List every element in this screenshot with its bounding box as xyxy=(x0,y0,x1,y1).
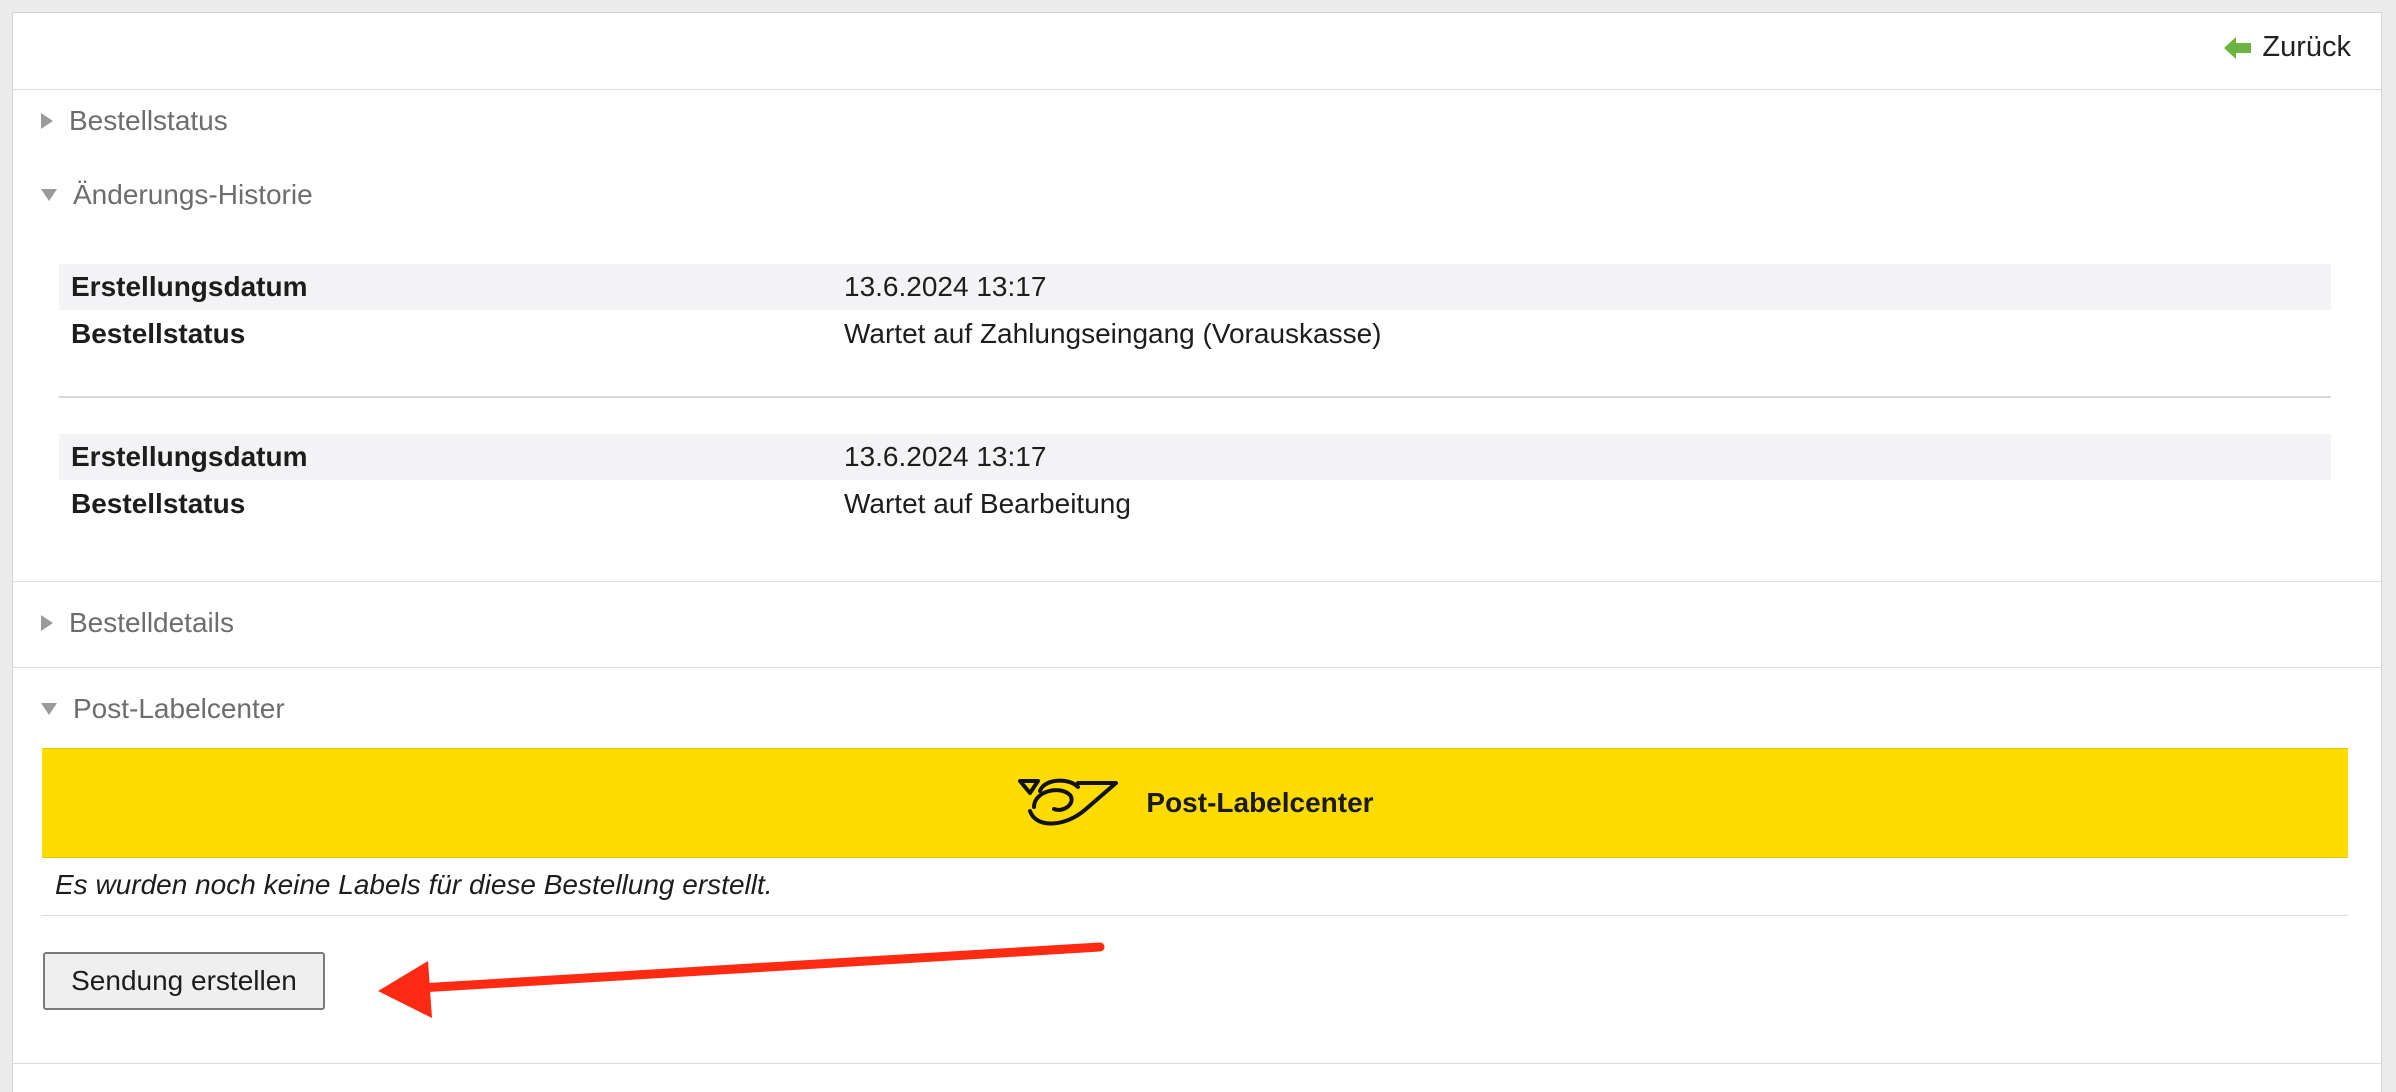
collapsed-triangle-icon xyxy=(41,113,53,129)
history-row: Erstellungsdatum 13.6.2024 13:17 xyxy=(59,264,2331,310)
history-separator xyxy=(59,396,2331,398)
post-labelcenter-banner: Post-Labelcenter xyxy=(42,748,2348,858)
arrow-left-icon xyxy=(2224,36,2252,59)
no-labels-note: Es wurden noch keine Labels für diese Be… xyxy=(55,869,773,900)
collapsed-triangle-icon xyxy=(41,615,53,631)
back-link[interactable]: Zurück xyxy=(2224,31,2351,64)
section-title: Änderungs-Historie xyxy=(73,179,313,210)
section-divider xyxy=(13,1063,2381,1064)
section-title: Bestelldetails xyxy=(69,607,234,638)
expanded-triangle-icon xyxy=(41,703,57,715)
note-separator xyxy=(42,915,2348,916)
history-value: 13.6.2024 13:17 xyxy=(844,441,1047,472)
history-row: Bestellstatus Wartet auf Zahlungseingang… xyxy=(59,311,2331,357)
history-key: Bestellstatus xyxy=(71,318,246,349)
section-history-toggle[interactable]: Änderungs-Historie xyxy=(41,179,313,211)
history-value: 13.6.2024 13:17 xyxy=(844,271,1047,302)
history-value: Wartet auf Bearbeitung xyxy=(844,488,1131,519)
section-title: Bestellstatus xyxy=(69,105,228,136)
section-order-details-toggle[interactable]: Bestelldetails xyxy=(41,607,234,639)
section-order-status-toggle[interactable]: Bestellstatus xyxy=(41,105,228,137)
history-value: Wartet auf Zahlungseingang (Vorauskasse) xyxy=(844,318,1382,349)
expanded-triangle-icon xyxy=(41,189,57,201)
section-divider xyxy=(13,667,2381,668)
section-label-center-toggle[interactable]: Post-Labelcenter xyxy=(41,693,285,725)
section-divider xyxy=(13,581,2381,582)
create-shipment-button[interactable]: Sendung erstellen xyxy=(43,952,325,1010)
red-arrow-icon xyxy=(378,942,1105,1018)
history-row: Erstellungsdatum 13.6.2024 13:17 xyxy=(59,434,2331,480)
banner-title: Post-Labelcenter xyxy=(1146,787,1374,818)
back-label: Zurück xyxy=(2262,31,2351,63)
section-title: Post-Labelcenter xyxy=(73,693,285,724)
history-key: Erstellungsdatum xyxy=(71,441,308,472)
post-horn-logo-icon xyxy=(1018,778,1119,826)
history-key: Bestellstatus xyxy=(71,488,246,519)
history-key: Erstellungsdatum xyxy=(71,271,308,302)
top-toolbar: Zurück xyxy=(13,13,2381,90)
history-row: Bestellstatus Wartet auf Bearbeitung xyxy=(59,481,2331,527)
